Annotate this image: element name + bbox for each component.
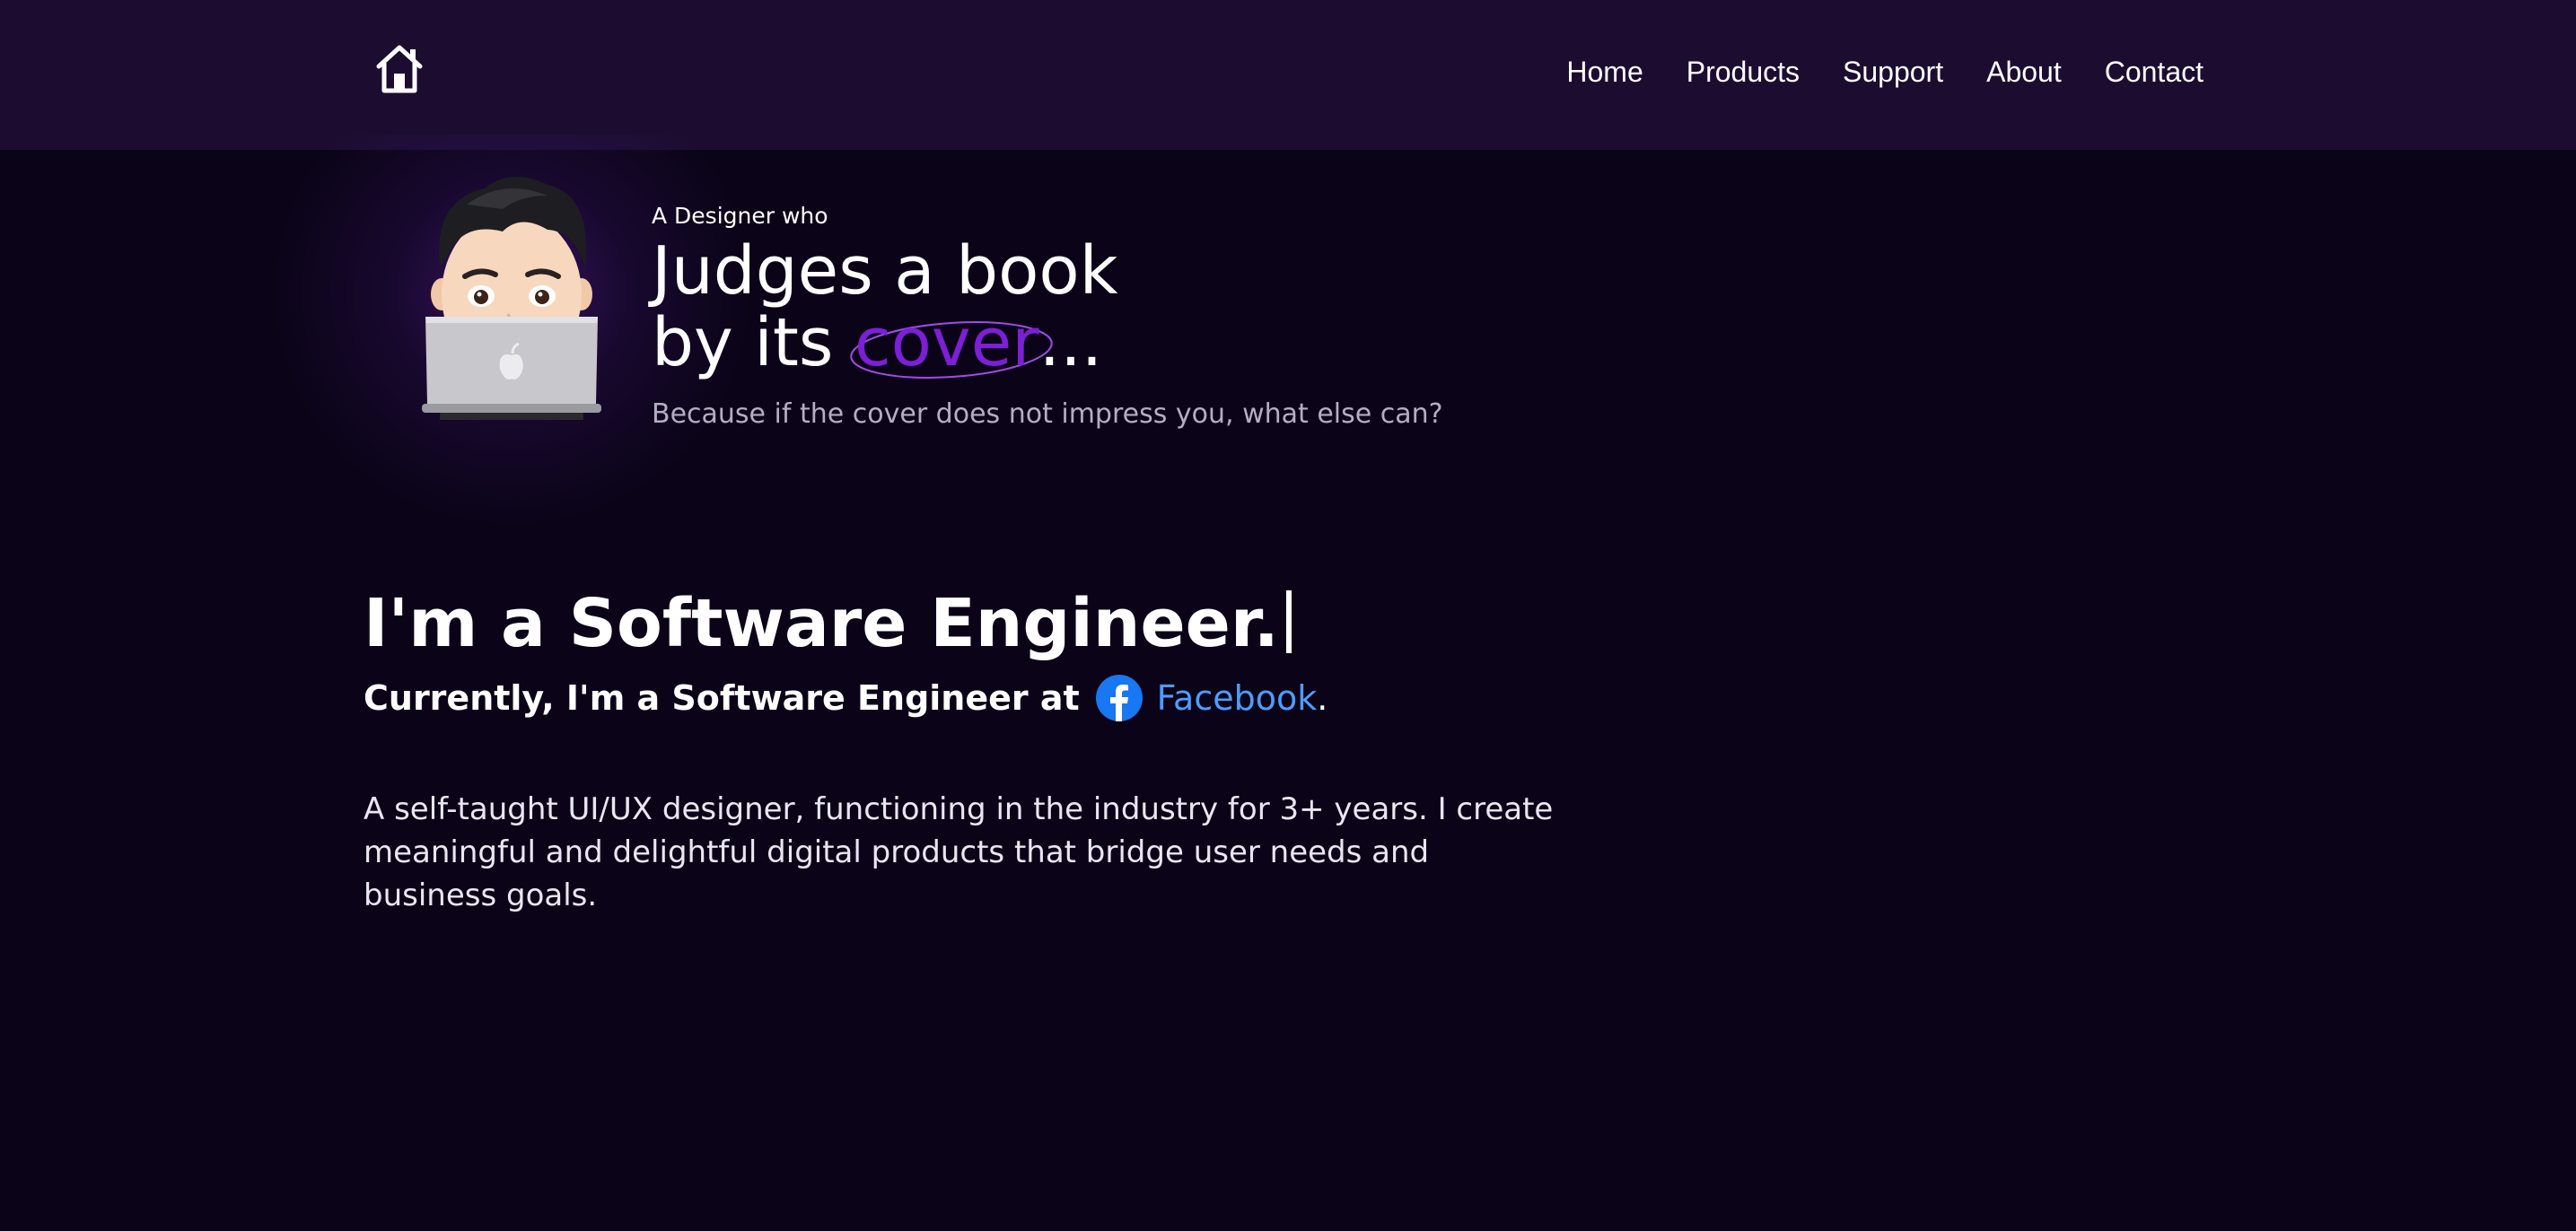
page: Home Products Support About Contact A De… [0, 0, 2576, 1231]
bio-paragraph: A self-taught UI/UX designer, functionin… [364, 791, 1554, 913]
hero-title-line1: Judges a book [652, 232, 1118, 310]
hero-title-line2-suffix: ... [1038, 304, 1103, 381]
facebook-icon [1095, 675, 1143, 721]
role-headline: I'm a Software Engineer. [364, 583, 1292, 664]
main-nav: Home Products Support About Contact [1566, 47, 2204, 97]
nav-about-link[interactable]: About [1986, 47, 2062, 97]
hero-title-line2-prefix: by its [652, 304, 854, 381]
nav-contact-link[interactable]: Contact [2105, 47, 2204, 97]
hero-subtitle: Because if the cover does not impress yo… [652, 398, 1443, 430]
current-position-prefix: Currently, I'm a Software Engineer at [364, 678, 1080, 718]
nav-home-link[interactable]: Home [1566, 47, 1643, 97]
company-link-facebook[interactable]: Facebook [1157, 678, 1318, 718]
cover-highlight: cover [850, 304, 1053, 381]
nav-support-link[interactable]: Support [1843, 47, 1943, 97]
nav-products-link[interactable]: Products [1687, 47, 1800, 97]
hero-title: Judges a book by its cover... [652, 235, 1118, 379]
home-icon[interactable] [372, 41, 427, 97]
cover-word: cover [854, 304, 1039, 381]
typing-caret [1285, 590, 1292, 653]
hero-eyebrow: A Designer who [652, 203, 828, 229]
current-position: Currently, I'm a Software Engineer at Fa… [364, 675, 1327, 721]
current-position-suffix: . [1317, 678, 1328, 718]
role-headline-text: I'm a Software Engineer. [364, 585, 1279, 662]
memoji-laptop-avatar [422, 176, 601, 420]
site-header: Home Products Support About Contact [0, 0, 2576, 150]
